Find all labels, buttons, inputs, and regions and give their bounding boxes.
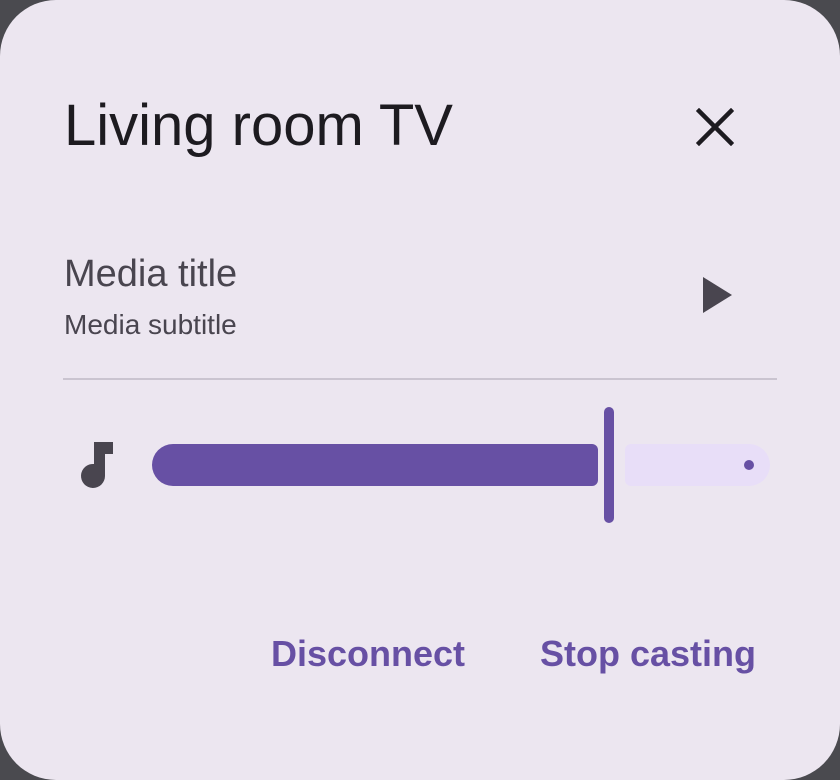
close-icon <box>696 108 734 146</box>
dialog-title: Living room TV <box>64 93 453 158</box>
music-note-icon <box>81 442 113 488</box>
volume-slider-handle[interactable] <box>604 407 615 523</box>
volume-slider[interactable] <box>150 404 772 526</box>
media-title: Media title <box>64 253 238 295</box>
media-subtitle: Media subtitle <box>64 309 237 340</box>
divider <box>63 378 777 380</box>
stop-casting-button[interactable]: Stop casting <box>540 628 756 680</box>
disconnect-button[interactable]: Disconnect <box>271 628 465 680</box>
cast-dialog: Living room TV Media title Media subtitl… <box>0 0 840 780</box>
play-icon <box>703 277 732 313</box>
volume-slider-stop-indicator <box>744 460 754 470</box>
volume-slider-active-track <box>152 444 599 486</box>
play-button[interactable] <box>688 266 746 324</box>
close-button[interactable] <box>684 96 746 158</box>
